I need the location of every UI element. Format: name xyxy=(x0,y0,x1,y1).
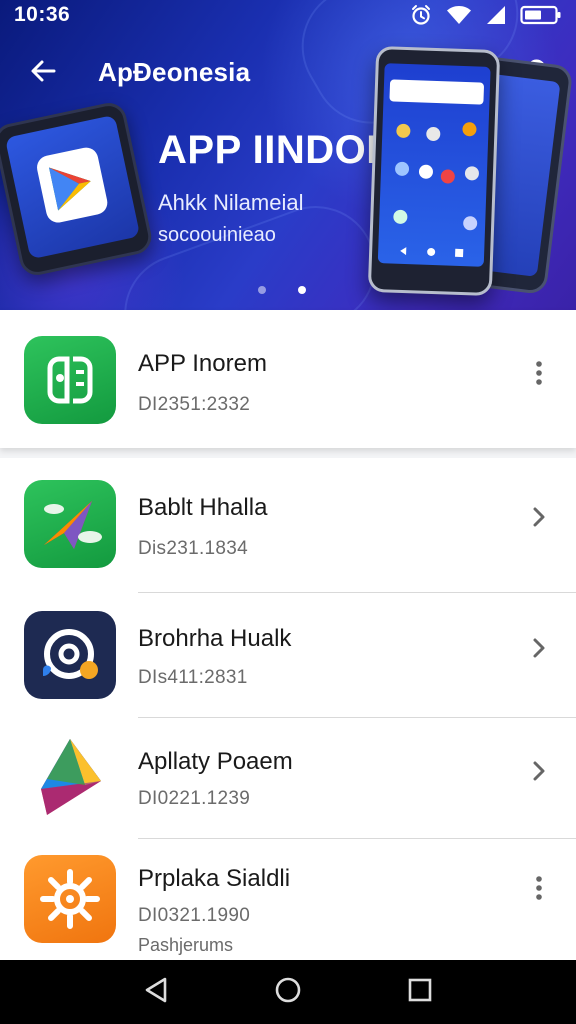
more-vertical-icon xyxy=(535,875,543,906)
hero-subtitle: Ahkk Nilameial xyxy=(158,190,304,215)
status-bar: 10:36 xyxy=(0,0,576,30)
play-store-icon xyxy=(32,143,113,232)
chevron-right-icon xyxy=(532,760,546,787)
nav-recents-button[interactable] xyxy=(396,968,444,1016)
back-button[interactable] xyxy=(26,56,60,90)
alarm-icon xyxy=(410,4,432,31)
circle-home-icon xyxy=(274,976,302,1009)
more-button[interactable] xyxy=(524,358,554,392)
app-code: DI2351:2332 xyxy=(138,394,251,415)
carousel-indicator[interactable] xyxy=(258,286,306,294)
app-code: Dis231.1834 xyxy=(138,538,248,559)
nav-back-button[interactable] xyxy=(132,968,180,1016)
list-item[interactable]: APP Inorem DI2351:2332 xyxy=(0,310,576,448)
app-bar-title: ApĐeonesia xyxy=(98,57,251,87)
app-name: Apllaty Poaem xyxy=(138,748,293,775)
app-icon-green xyxy=(24,480,116,568)
open-app-button[interactable] xyxy=(524,633,554,667)
app-code: DI0321.1990 xyxy=(138,905,251,926)
app-code: DIs411:2831 xyxy=(138,667,248,688)
app-icon-drive xyxy=(24,734,116,822)
app-name: APP Inorem xyxy=(138,350,267,377)
app-icon-green xyxy=(24,336,116,424)
app-icon-navy xyxy=(24,611,116,699)
square-recents-icon xyxy=(407,977,433,1008)
app-name: Brohrha Hualk xyxy=(138,625,292,652)
carousel-dot[interactable] xyxy=(258,286,266,294)
app-icon xyxy=(394,161,410,177)
hero-caption: socoouinieao xyxy=(158,224,276,246)
app-icon xyxy=(426,126,441,142)
app-code: DI0221.1239 xyxy=(138,788,251,809)
app-icon xyxy=(464,166,480,181)
phone-screen xyxy=(377,63,491,267)
carousel-dot-active[interactable] xyxy=(298,286,306,294)
app-name: Bablt Hhalla xyxy=(138,494,268,521)
app-list: Bablt Hhalla Dis231.1834 Brohrha Hualk D… xyxy=(0,458,576,960)
list-item[interactable]: Brohrha Hualk DIs411:2831 xyxy=(0,593,576,717)
phone-illustration xyxy=(0,99,155,279)
app-icon-orange xyxy=(24,855,116,943)
open-app-button[interactable] xyxy=(524,756,554,790)
app-name: Prplaka Sialdli xyxy=(138,865,291,892)
list-item[interactable]: Apllaty Poaem DI0221.1239 xyxy=(0,718,576,838)
list-item[interactable]: Prplaka Sialdli DI0321.1990 Pashjerums xyxy=(0,839,576,960)
app-icon xyxy=(418,164,434,179)
status-time: 10:36 xyxy=(14,3,71,26)
phone-screen xyxy=(4,114,141,260)
phone-illustration xyxy=(367,45,501,297)
app-icon xyxy=(462,121,477,137)
chevron-right-icon xyxy=(532,637,546,664)
list-item[interactable]: Bablt Hhalla Dis231.1834 xyxy=(0,458,576,592)
app-icon xyxy=(396,123,411,139)
open-app-button[interactable] xyxy=(524,502,554,536)
app-screen: 10:36 ApĐeonesia APP IINDONEQ Ahkk Nilam… xyxy=(0,0,576,1024)
status-icons xyxy=(410,4,562,31)
triangle-back-icon xyxy=(143,976,169,1009)
more-vertical-icon xyxy=(535,360,543,391)
app-icon xyxy=(393,209,408,225)
nav-home-button[interactable] xyxy=(264,968,312,1016)
featured-app-card[interactable]: APP Inorem DI2351:2332 xyxy=(0,310,576,448)
signal-icon xyxy=(486,5,506,30)
phone-nav xyxy=(398,246,464,260)
app-icon xyxy=(440,169,456,184)
chevron-right-icon xyxy=(532,506,546,533)
wifi-icon xyxy=(446,5,472,30)
hero-banner[interactable]: 10:36 ApĐeonesia APP IINDONEQ Ahkk Nilam… xyxy=(0,0,576,310)
app-icon xyxy=(462,216,478,231)
arrow-left-icon xyxy=(30,58,56,89)
app-tag: Pashjerums xyxy=(138,935,234,955)
more-button[interactable] xyxy=(524,873,554,907)
system-nav-bar xyxy=(0,960,576,1024)
battery-icon xyxy=(520,5,562,30)
phone-search-bar xyxy=(389,79,485,105)
